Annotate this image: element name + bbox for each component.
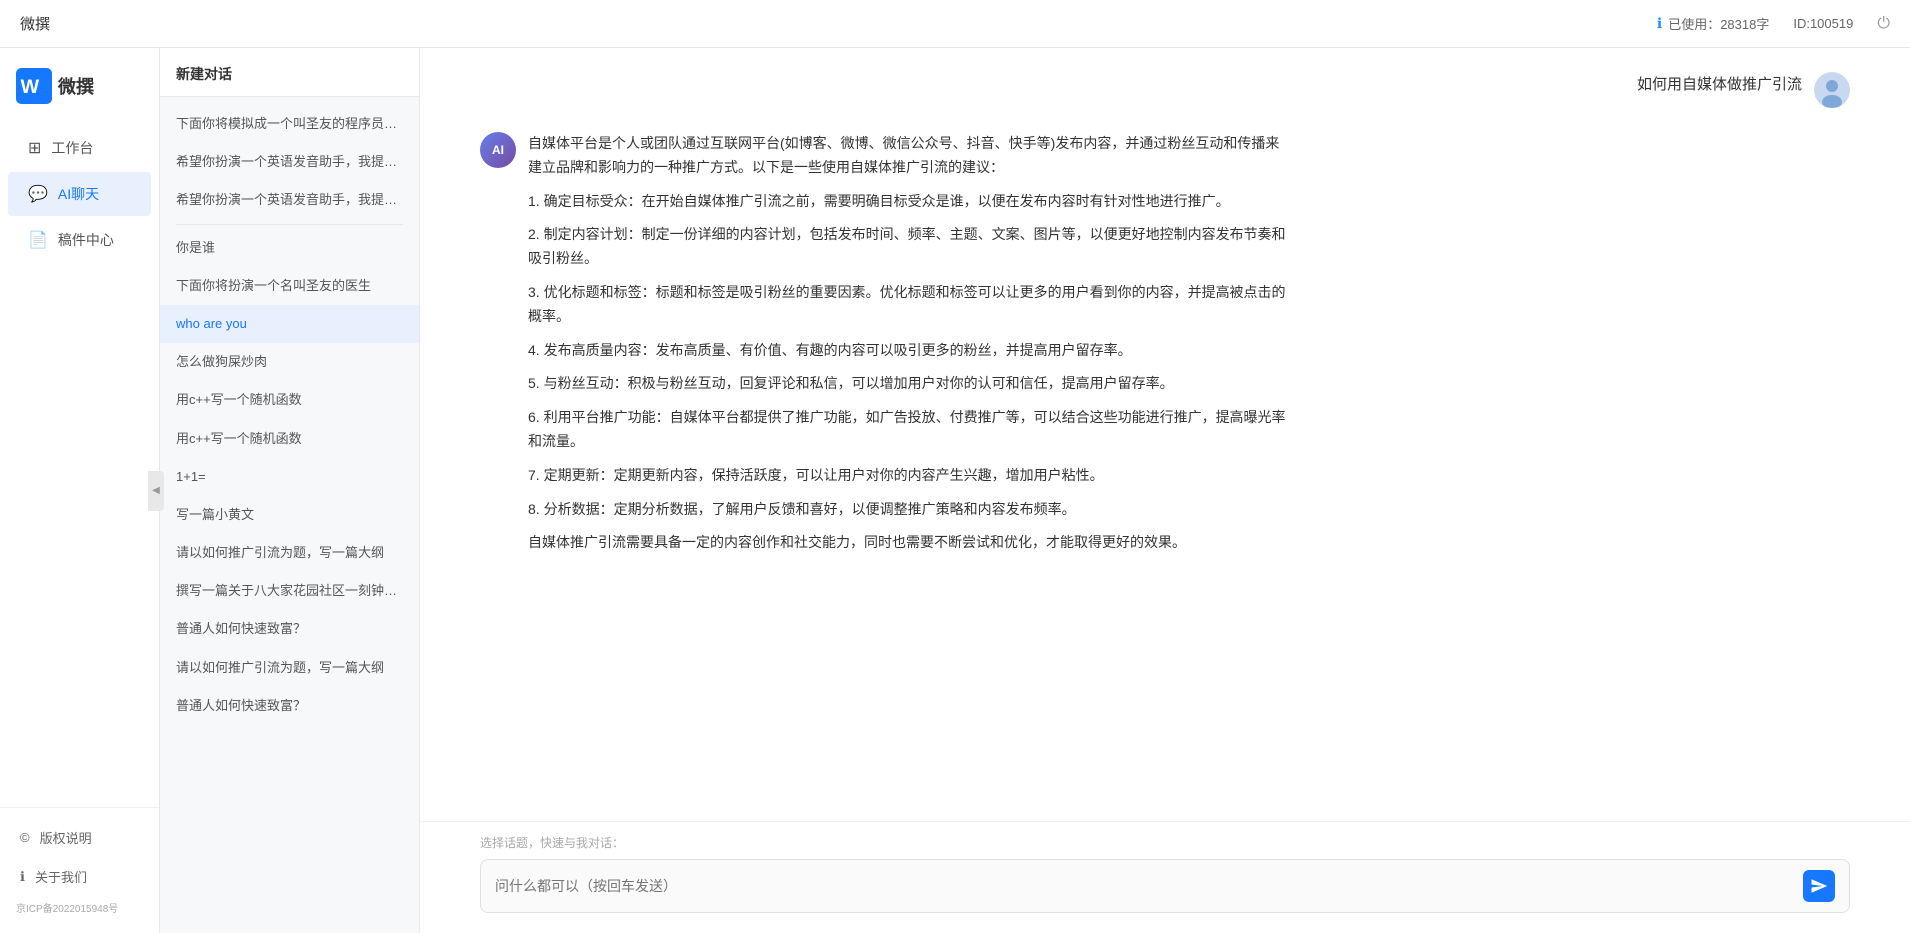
ai-para-5: 5. 与粉丝互动：积极与粉丝互动，回复评论和私信，可以增加用户对你的认可和信任，… (528, 372, 1288, 396)
ai-para-8: 8. 分析数据：定期分析数据，了解用户反馈和喜好，以便调整推广策略和内容发布频率… (528, 498, 1288, 522)
workbench-label: 工作台 (51, 138, 93, 158)
history-item[interactable]: 希望你扮演一个英语发音助手，我提供给你... (160, 143, 419, 181)
history-item[interactable]: 撰写一篇关于八大家花园社区一刻钟便民生... (160, 572, 419, 610)
user-avatar (1814, 72, 1850, 108)
chat-messages: 如何用自媒体做推广引流 AI 自媒体平台是个人或团队通过互联网平台(如博客、微博… (420, 48, 1910, 821)
logo-icon: W (16, 68, 52, 104)
new-chat-button[interactable]: 新建对话 (176, 66, 232, 82)
history-item[interactable]: 请以如何推广引流为题，写一篇大纲 (160, 649, 419, 687)
sidebar-item-drafts[interactable]: 📄 稿件中心 (8, 218, 151, 262)
history-divider (176, 224, 403, 225)
history-item-active[interactable]: who are you (160, 305, 419, 343)
ai-avatar: AI (480, 132, 516, 168)
sidebar-logo: W 微撰 (0, 68, 159, 124)
history-item[interactable]: 你是谁 (160, 229, 419, 267)
ai-para-9: 自媒体推广引流需要具备一定的内容创作和社交能力，同时也需要不断尝试和优化，才能取… (528, 531, 1288, 555)
ai-para-2: 2. 制定内容计划：制定一份详细的内容计划，包括发布时间、频率、主题、文案、图片… (528, 223, 1288, 271)
history-item[interactable]: 普通人如何快速致富？ (160, 687, 419, 725)
usage-icon: ℹ (1657, 15, 1662, 32)
ai-para-4: 4. 发布高质量内容：发布高质量、有价值、有趣的内容可以吸引更多的粉丝，并提高用… (528, 339, 1288, 363)
sidebar-nav: ⊞ 工作台 💬 AI聊天 📄 稿件中心 (0, 124, 159, 807)
ai-para-0: 自媒体平台是个人或团队通过互联网平台(如博客、微博、微信公众号、抖音、快手等)发… (528, 132, 1288, 180)
ai-message-text: 自媒体平台是个人或团队通过互联网平台(如博客、微博、微信公众号、抖音、快手等)发… (528, 132, 1288, 555)
ai-message-body: 自媒体平台是个人或团队通过互联网平台(如博客、微博、微信公众号、抖音、快手等)发… (528, 132, 1288, 555)
sidebar-item-copyright[interactable]: © 版权说明 (0, 818, 159, 857)
ai-para-3: 3. 优化标题和标签：标题和标签是吸引粉丝的重要因素。优化标题和标签可以让更多的… (528, 281, 1288, 329)
sidebar-item-about[interactable]: ℹ 关于我们 (0, 857, 159, 896)
aichat-icon: 💬 (28, 184, 48, 204)
topbar-usage: ℹ 已使用：28318字 (1657, 14, 1769, 33)
topbar: 微撰 ℹ 已使用：28318字 ID:100519 ⏻ (0, 0, 1910, 48)
about-icon: ℹ (20, 869, 25, 885)
history-item[interactable]: 下面你将扮演一个名叫圣友的医生 (160, 267, 419, 305)
copyright-icon: © (20, 830, 30, 845)
topbar-title: 微撰 (20, 13, 50, 34)
user-message-text: 如何用自媒体做推广引流 (1637, 72, 1802, 98)
history-item[interactable]: 1+1= (160, 458, 419, 496)
usage-text: 已使用：28318字 (1668, 14, 1769, 33)
history-item[interactable]: 请以如何推广引流为题，写一篇大纲 (160, 534, 419, 572)
ai-para-7: 7. 定期更新：定期更新内容，保持活跃度，可以让用户对你的内容产生兴趣，增加用户… (528, 464, 1288, 488)
chat-input[interactable] (495, 878, 1803, 894)
history-item[interactable]: 写一篇小黄文 (160, 496, 419, 534)
aichat-label: AI聊天 (58, 184, 99, 204)
send-icon (1810, 877, 1828, 895)
message-row-ai: AI 自媒体平台是个人或团队通过互联网平台(如博客、微博、微信公众号、抖音、快手… (480, 132, 1850, 555)
sidebar-item-workbench[interactable]: ⊞ 工作台 (8, 126, 151, 170)
history-panel: 新建对话 下面你将模拟成一个叫圣友的程序员，我说... 希望你扮演一个英语发音助… (160, 48, 420, 933)
copyright-label: 版权说明 (40, 828, 92, 847)
drafts-icon: 📄 (28, 230, 48, 250)
svg-text:W: W (21, 76, 40, 98)
ai-para-6: 6. 利用平台推广功能：自媒体平台都提供了推广功能，如广告投放、付费推广等，可以… (528, 406, 1288, 454)
sidebar-bottom: © 版权说明 ℹ 关于我们 京ICP备2022015948号 (0, 807, 159, 923)
sidebar-collapse-button[interactable]: ◀ (148, 471, 164, 511)
sidebar: W 微撰 ⊞ 工作台 💬 AI聊天 📄 稿件中心 © 版权说明 (0, 48, 160, 933)
history-item[interactable]: 希望你扮演一个英语发音助手，我提供给你... (160, 181, 419, 219)
main-layout: W 微撰 ⊞ 工作台 💬 AI聊天 📄 稿件中心 © 版权说明 (0, 48, 1910, 933)
message-row-user: 如何用自媒体做推广引流 (480, 72, 1850, 108)
history-item[interactable]: 用c++写一个随机函数 (160, 420, 419, 458)
logo-text: 微撰 (58, 73, 94, 99)
input-box (480, 859, 1850, 913)
history-item[interactable]: 下面你将模拟成一个叫圣友的程序员，我说... (160, 105, 419, 143)
topbar-right: ℹ 已使用：28318字 ID:100519 ⏻ (1657, 14, 1890, 33)
history-item[interactable]: 普通人如何快速致富？ (160, 610, 419, 648)
input-area: 选择话题，快速与我对话： (420, 821, 1910, 933)
history-list: 下面你将模拟成一个叫圣友的程序员，我说... 希望你扮演一个英语发音助手，我提供… (160, 97, 419, 933)
quick-topics-label: 选择话题，快速与我对话： (480, 834, 1850, 851)
history-item[interactable]: 用c++写一个随机函数 (160, 381, 419, 419)
drafts-label: 稿件中心 (58, 230, 114, 250)
chat-area: 如何用自媒体做推广引流 AI 自媒体平台是个人或团队通过互联网平台(如博客、微博… (420, 48, 1910, 933)
send-button[interactable] (1803, 870, 1835, 902)
sidebar-item-aichat[interactable]: 💬 AI聊天 (8, 172, 151, 216)
workbench-icon: ⊞ (28, 138, 41, 158)
user-message-content: 如何用自媒体做推广引流 (1637, 76, 1802, 93)
history-header: 新建对话 (160, 48, 419, 97)
ai-para-1: 1. 确定目标受众：在开始自媒体推广引流之前，需要明确目标受众是谁，以便在发布内… (528, 190, 1288, 214)
icp-text: 京ICP备2022015948号 (0, 896, 159, 923)
user-id: ID:100519 (1793, 16, 1853, 31)
about-label: 关于我们 (35, 867, 87, 886)
power-icon[interactable]: ⏻ (1877, 15, 1890, 33)
history-item[interactable]: 怎么做狗屎炒肉 (160, 343, 419, 381)
